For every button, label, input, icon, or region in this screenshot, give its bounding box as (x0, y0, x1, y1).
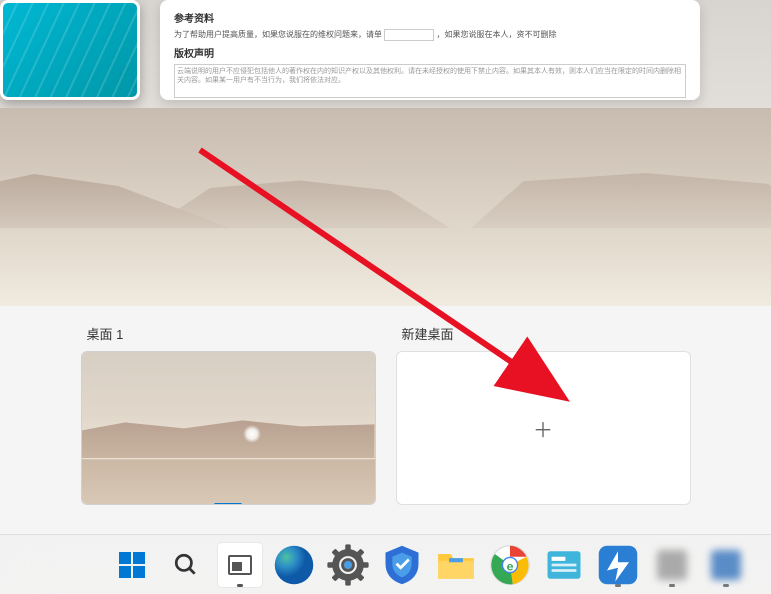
desktop-1-thumbnail[interactable] (81, 351, 376, 505)
task-view-button[interactable] (218, 543, 262, 587)
new-desktop-label: 新建桌面 (396, 324, 691, 343)
window-preview-document[interactable]: 参考资料 为了帮助用户提高质量，如果您说服在的维权问题来，请单 ，如果您说服在本… (160, 0, 700, 100)
security-button[interactable] (380, 543, 424, 587)
blurred-icon-2 (711, 550, 741, 580)
doc-heading-1: 参考资料 (174, 10, 686, 25)
doc-input-field[interactable] (384, 29, 434, 41)
windows-icon (119, 552, 145, 578)
doc-textarea[interactable]: 云端说明的用户不应侵犯包括他人的著作权在内的知识产权以及其他权利。请在未经授权的… (174, 64, 686, 98)
folder-icon (434, 543, 478, 587)
gear-icon (326, 543, 370, 587)
svg-text:e: e (507, 559, 514, 573)
task-view-icon (228, 555, 252, 575)
virtual-desktops-panel: 桌面 1 新建桌面 ＋ (0, 306, 771, 534)
edge-button[interactable] (272, 543, 316, 587)
active-desktop-indicator (214, 503, 242, 505)
search-button[interactable] (164, 543, 208, 587)
doc-heading-2: 版权声明 (174, 45, 686, 60)
blurred-icon-1 (657, 550, 687, 580)
file-explorer-button[interactable] (434, 543, 478, 587)
news-button[interactable] (542, 543, 586, 587)
chrome-icon: e (488, 543, 532, 587)
thunder-app-button[interactable] (596, 543, 640, 587)
chrome-button[interactable]: e (488, 543, 532, 587)
taskbar: e (0, 534, 771, 594)
desktop-1-label: 桌面 1 (81, 324, 376, 343)
search-icon (173, 552, 199, 578)
window-previews-row: 参考资料 为了帮助用户提高质量，如果您说服在的维权问题来，请单 ，如果您说服在本… (0, 0, 771, 115)
window-preview-app[interactable] (0, 0, 140, 100)
wallpaper-background (0, 108, 771, 308)
news-icon (542, 543, 586, 587)
start-button[interactable] (110, 543, 154, 587)
desktop-card-1: 桌面 1 (81, 324, 376, 516)
shield-icon (380, 543, 424, 587)
new-desktop-card: 新建桌面 ＋ (396, 324, 691, 516)
blurred-app-1[interactable] (650, 543, 694, 587)
new-desktop-button[interactable]: ＋ (396, 351, 691, 505)
edge-icon (272, 543, 316, 587)
blurred-app-2[interactable] (704, 543, 748, 587)
doc-line-1: 为了帮助用户提高质量，如果您说服在的维权问题来，请单 ，如果您说服在本人，资不可… (174, 29, 686, 41)
bird-icon (596, 543, 640, 587)
plus-icon: ＋ (533, 414, 553, 443)
settings-button[interactable] (326, 543, 370, 587)
